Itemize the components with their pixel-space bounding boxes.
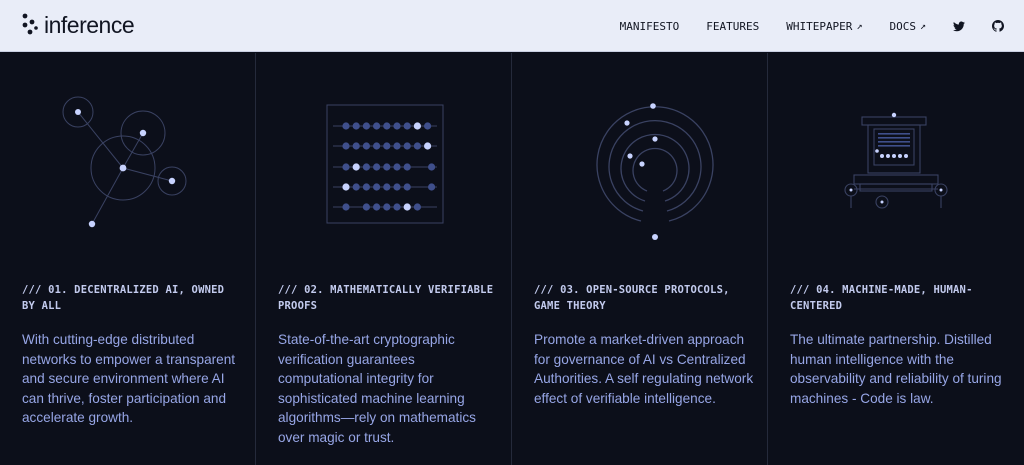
abacus-bead bbox=[373, 183, 381, 191]
abacus-bead bbox=[413, 122, 421, 130]
abacus-bead bbox=[393, 122, 401, 130]
abacus-bead bbox=[393, 183, 401, 191]
nav-whitepaper[interactable]: WHITEPAPER ↗ bbox=[786, 20, 862, 33]
abacus-bead bbox=[383, 122, 391, 130]
abacus-bead bbox=[362, 183, 370, 191]
external-link-icon: ↗ bbox=[856, 20, 863, 32]
abacus-bead bbox=[393, 203, 401, 211]
abacus-bead bbox=[373, 163, 381, 171]
abacus-bead bbox=[352, 183, 360, 191]
abacus-bead bbox=[352, 142, 360, 150]
abacus-bead bbox=[342, 122, 350, 130]
main-nav: MANIFESTO FEATURES WHITEPAPER ↗ DOCS ↗ bbox=[593, 0, 1004, 52]
feature-card-decentralized-ai: /// 01. DECENTRALIZED AI, OWNED BY ALL W… bbox=[0, 53, 256, 465]
brand-logo[interactable]: inference bbox=[22, 10, 135, 40]
abacus-bead bbox=[362, 142, 370, 150]
abacus-bead bbox=[362, 203, 370, 211]
nav-features-label: FEATURES bbox=[706, 19, 760, 33]
network-nodes-illustration bbox=[62, 96, 187, 228]
abacus-bead bbox=[413, 142, 421, 150]
abacus-bead bbox=[428, 163, 436, 171]
feature-heading: /// 01. DECENTRALIZED AI, OWNED BY ALL bbox=[22, 284, 225, 312]
abacus-bead bbox=[383, 203, 391, 211]
abacus-bead bbox=[403, 163, 411, 171]
feature-heading: /// 02. MATHEMATICALLY VERIFIABLE PROOFS bbox=[278, 284, 494, 312]
abacus-bead bbox=[352, 163, 360, 171]
abacus-bead bbox=[342, 163, 350, 171]
logo-mark-icon bbox=[22, 13, 38, 35]
abacus-bead bbox=[403, 183, 411, 191]
feature-body: Promote a market-driven approach for gov… bbox=[534, 332, 754, 406]
feature-card-open-source: /// 03. OPEN-SOURCE PROTOCOLS, GAME THEO… bbox=[512, 53, 768, 465]
turing-machine-illustration bbox=[844, 112, 948, 209]
abacus-bead bbox=[373, 203, 381, 211]
abacus-bead bbox=[383, 142, 391, 150]
abacus-bead bbox=[393, 142, 401, 150]
twitter-icon[interactable] bbox=[953, 21, 965, 32]
abacus-bead bbox=[342, 203, 350, 211]
abacus-bead bbox=[362, 163, 370, 171]
feature-heading: /// 04. MACHINE-MADE, HUMAN-CENTERED bbox=[790, 284, 973, 312]
abacus-bead bbox=[424, 142, 432, 150]
abacus-bead bbox=[362, 122, 370, 130]
abacus-bead bbox=[373, 142, 381, 150]
abacus-bead bbox=[383, 163, 391, 171]
feature-body: With cutting-edge distributed networks t… bbox=[22, 332, 236, 425]
abacus-rows bbox=[333, 122, 437, 211]
github-icon[interactable] bbox=[992, 20, 1004, 32]
features-grid: /// 01. DECENTRALIZED AI, OWNED BY ALL W… bbox=[0, 53, 1024, 465]
abacus-bead bbox=[342, 183, 350, 191]
top-nav-bar: inference MANIFESTO FEATURES WHITEPAPER ↗… bbox=[0, 0, 1024, 52]
feature-card-machine-made: /// 04. MACHINE-MADE, HUMAN-CENTERED The… bbox=[768, 53, 1024, 465]
abacus-bead bbox=[393, 163, 401, 171]
abacus-bead bbox=[413, 203, 421, 211]
external-link-icon: ↗ bbox=[919, 20, 926, 32]
abacus-bead bbox=[428, 183, 436, 191]
abacus-bead bbox=[352, 122, 360, 130]
feature-body: The ultimate partnership. Distilled huma… bbox=[790, 332, 1002, 406]
radar-illustration bbox=[596, 103, 714, 240]
abacus-bead bbox=[424, 122, 432, 130]
nav-docs[interactable]: DOCS ↗ bbox=[889, 20, 926, 33]
nav-docs-label: DOCS bbox=[889, 19, 916, 33]
feature-card-verifiable-proofs: /// 02. MATHEMATICALLY VERIFIABLE PROOFS… bbox=[256, 53, 512, 465]
nav-manifesto[interactable]: MANIFESTO bbox=[620, 20, 680, 33]
abacus-bead bbox=[403, 142, 411, 150]
abacus-bead bbox=[342, 142, 350, 150]
nav-features[interactable]: FEATURES bbox=[706, 20, 759, 33]
nav-whitepaper-label: WHITEPAPER bbox=[786, 19, 853, 33]
nav-manifesto-label: MANIFESTO bbox=[619, 19, 680, 33]
brand-name: inference bbox=[44, 11, 135, 38]
abacus-illustration bbox=[326, 104, 444, 224]
feature-body: State-of-the-art cryptographic verificat… bbox=[278, 332, 476, 445]
feature-heading: /// 03. OPEN-SOURCE PROTOCOLS, GAME THEO… bbox=[534, 284, 730, 312]
abacus-bead bbox=[373, 122, 381, 130]
abacus-bead bbox=[383, 183, 391, 191]
abacus-bead bbox=[403, 122, 411, 130]
abacus-bead bbox=[403, 203, 411, 211]
